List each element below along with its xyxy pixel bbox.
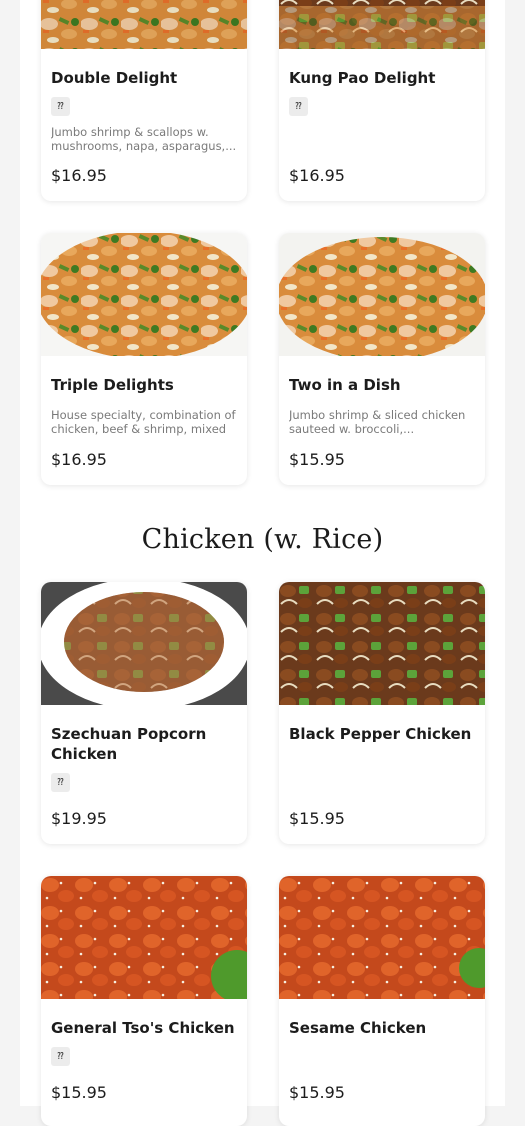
menu-item-card[interactable]: Two in a Dish Jumbo shrimp & sliced chic… bbox=[279, 233, 485, 485]
item-name: Szechuan Popcorn Chicken bbox=[51, 725, 207, 763]
item-price: $16.95 bbox=[51, 166, 107, 185]
spicy-icon: ⁇ bbox=[51, 1047, 70, 1066]
item-name: Double Delight bbox=[51, 69, 178, 87]
item-price: $19.95 bbox=[51, 809, 107, 828]
item-description: Jumbo shrimp & sliced chicken sauteed w.… bbox=[289, 408, 466, 436]
item-price: $15.95 bbox=[289, 1083, 345, 1102]
menu-item-card[interactable]: Szechuan Popcorn Chicken ⁇ $19.95 bbox=[41, 582, 247, 844]
dish-photo bbox=[279, 582, 485, 705]
dish-photo bbox=[279, 0, 485, 49]
spicy-icon: ⁇ bbox=[289, 97, 308, 116]
dish-photo bbox=[41, 0, 247, 49]
item-price: $15.95 bbox=[289, 809, 345, 828]
dish-photo bbox=[41, 876, 247, 999]
menu-item-card[interactable]: Black Pepper Chicken $15.95 bbox=[279, 582, 485, 844]
section-title-chicken: Chicken (w. Rice) bbox=[141, 524, 384, 555]
item-name: Two in a Dish bbox=[289, 376, 401, 394]
menu-item-card[interactable]: Kung Pao Delight ⁇ $16.95 bbox=[279, 0, 485, 201]
menu-item-card[interactable]: General Tso's Chicken ⁇ $15.95 bbox=[41, 876, 247, 1126]
item-price: $16.95 bbox=[289, 166, 345, 185]
menu-item-card[interactable]: Triple Delights House specialty, combina… bbox=[41, 233, 247, 485]
item-price: $15.95 bbox=[51, 1083, 107, 1102]
item-name: General Tso's Chicken bbox=[51, 1019, 235, 1037]
item-price: $15.95 bbox=[289, 450, 345, 469]
item-name: Kung Pao Delight bbox=[289, 69, 436, 87]
menu-item-card[interactable]: Double Delight ⁇ Jumbo shrimp & scallops… bbox=[41, 0, 247, 201]
item-name: Sesame Chicken bbox=[289, 1019, 427, 1037]
spicy-icon: ⁇ bbox=[51, 773, 70, 792]
dish-photo bbox=[279, 233, 485, 356]
menu-item-card[interactable]: Sesame Chicken $15.95 bbox=[279, 876, 485, 1126]
item-name: Triple Delights bbox=[51, 376, 174, 394]
item-name: Black Pepper Chicken bbox=[289, 725, 472, 743]
item-description: Jumbo shrimp & scallops w. mushrooms, na… bbox=[51, 125, 237, 153]
item-description: House specialty, combination of chicken,… bbox=[51, 408, 236, 436]
menu-page: Double Delight ⁇ Jumbo shrimp & scallops… bbox=[20, 0, 505, 1126]
spicy-icon: ⁇ bbox=[51, 97, 70, 116]
dish-photo bbox=[279, 876, 485, 999]
dish-photo bbox=[41, 582, 247, 705]
item-price: $16.95 bbox=[51, 450, 107, 469]
dish-photo bbox=[41, 233, 247, 356]
